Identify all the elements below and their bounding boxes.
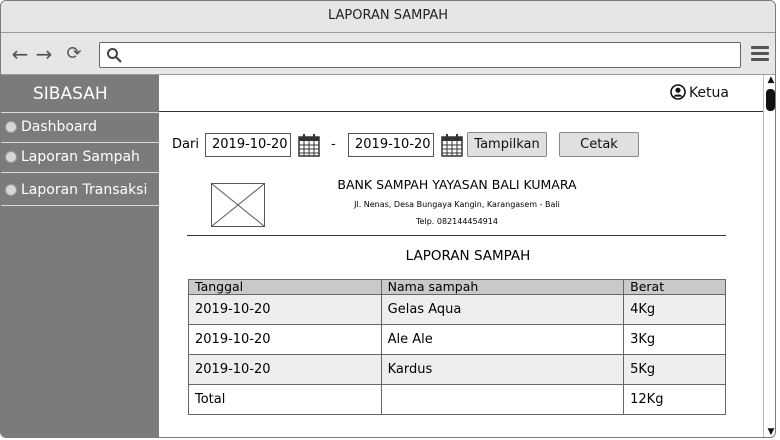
user-circle-icon	[670, 84, 686, 100]
cell-name: Kardus	[380, 354, 625, 385]
cell-weight: 3Kg	[623, 324, 726, 355]
scroll-down-icon[interactable]: ▼	[766, 427, 775, 437]
address-bar[interactable]	[99, 42, 741, 68]
sidebar-item-label: Dashboard	[21, 119, 97, 135]
organization-name: BANK SAMPAH YAYASAN BALI KUMARA	[337, 177, 577, 192]
show-button[interactable]: Tampilkan	[467, 132, 547, 157]
back-arrow-icon[interactable]: ←	[9, 43, 31, 65]
calendar-icon[interactable]	[297, 133, 321, 157]
app-title: SIBASAH	[1, 75, 159, 113]
column-header-date: Tanggal	[188, 279, 382, 295]
report-title: LAPORAN SAMPAH	[405, 248, 531, 264]
header-divider	[187, 235, 726, 236]
radio-dot-icon	[5, 121, 17, 133]
cell-weight: 4Kg	[623, 294, 726, 325]
sidebar-item-label: Laporan Transaksi	[21, 182, 148, 198]
logo-placeholder-icon	[211, 183, 265, 227]
radio-dot-icon	[5, 184, 17, 196]
print-button[interactable]: Cetak	[559, 132, 639, 157]
user-menu[interactable]: Ketua	[670, 84, 729, 101]
sidebar-item-label: Laporan Sampah	[21, 149, 140, 165]
date-separator: -	[331, 137, 336, 152]
menu-icon[interactable]	[751, 46, 769, 62]
column-header-name: Nama sampah	[380, 279, 625, 295]
user-name: Ketua	[688, 85, 729, 101]
browser-window: LAPORAN SAMPAH ← → ⟳ SIBASAH Dashboard L…	[0, 0, 776, 438]
content-header: Ketua	[159, 75, 763, 112]
cell-date: 2019-10-20	[188, 324, 382, 355]
window-title: LAPORAN SAMPAH	[1, 1, 775, 33]
browser-toolbar: ← → ⟳	[1, 33, 775, 75]
radio-dot-icon	[5, 151, 17, 163]
organization-phone: Telp. 082144454914	[416, 217, 498, 226]
from-label: Dari	[172, 137, 199, 152]
sidebar: SIBASAH Dashboard Laporan Sampah Laporan…	[1, 75, 159, 437]
forward-arrow-icon[interactable]: →	[33, 43, 55, 65]
total-weight: 12Kg	[623, 384, 726, 415]
cell-date: 2019-10-20	[188, 354, 382, 385]
table-header-row: Tanggal Nama sampah Berat	[188, 279, 726, 295]
organization-address: Jl. Nenas, Desa Bungaya Kangin, Karangas…	[354, 200, 560, 209]
cell-name: Gelas Aqua	[380, 294, 625, 325]
to-date-input[interactable]: 2019-10-20	[348, 133, 434, 157]
table-row: 2019-10-20 Gelas Aqua 4Kg	[188, 294, 726, 325]
from-date-input[interactable]: 2019-10-20	[205, 133, 291, 157]
vertical-scrollbar[interactable]: ▲ ▼	[763, 75, 775, 437]
cell-name: Ale Ale	[380, 324, 625, 355]
column-header-weight: Berat	[623, 279, 726, 295]
cell-weight: 5Kg	[623, 354, 726, 385]
table-row: 2019-10-20 Kardus 5Kg	[188, 354, 726, 385]
sidebar-item-laporan-transaksi[interactable]: Laporan Transaksi	[1, 176, 159, 206]
search-icon	[107, 48, 122, 63]
sidebar-item-dashboard[interactable]: Dashboard	[1, 113, 159, 143]
report-table: Tanggal Nama sampah Berat 2019-10-20 Gel…	[188, 279, 726, 415]
scroll-up-icon[interactable]: ▲	[766, 75, 775, 85]
cell-date: 2019-10-20	[188, 294, 382, 325]
total-row: Total 12Kg	[188, 384, 726, 415]
total-name	[380, 384, 625, 415]
reload-icon[interactable]: ⟳	[63, 43, 85, 65]
calendar-icon[interactable]	[440, 133, 464, 157]
scroll-thumb[interactable]	[766, 89, 775, 111]
total-label: Total	[188, 384, 382, 415]
table-row: 2019-10-20 Ale Ale 3Kg	[188, 324, 726, 355]
sidebar-item-laporan-sampah[interactable]: Laporan Sampah	[1, 143, 159, 173]
